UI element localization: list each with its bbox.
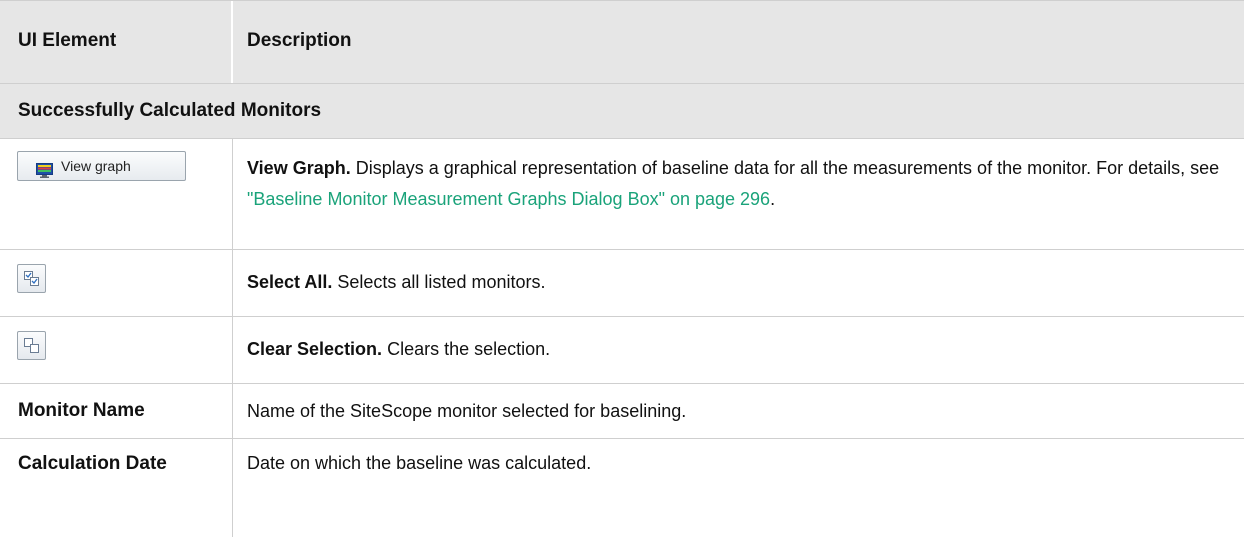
table-row: Select All. Selects all listed monitors. <box>0 250 1244 317</box>
term: View Graph. <box>247 158 351 178</box>
description-text: Clears the selection. <box>387 339 551 359</box>
view-graph-button[interactable]: View graph <box>17 151 186 181</box>
table-row: Clear Selection. Clears the selection. <box>0 317 1244 384</box>
select-all-icon[interactable] <box>17 264 46 293</box>
table-row: View graph View Graph. Displays a graphi… <box>0 139 1244 250</box>
row-description: Date on which the baseline was calculate… <box>247 453 592 473</box>
section-title: Successfully Calculated Monitors <box>18 100 322 121</box>
header-description: Description <box>247 30 352 51</box>
view-graph-label: View graph <box>61 158 131 174</box>
row-description: Select All. Selects all listed monitors. <box>233 250 1244 316</box>
table-header: UI Element Description <box>0 0 1244 84</box>
ui-element-name: Monitor Name <box>0 384 233 438</box>
row-description: Name of the SiteScope monitor selected f… <box>247 401 687 421</box>
ui-element-name: Calculation Date <box>0 439 233 537</box>
row-description: View Graph. Displays a graphical represe… <box>233 139 1244 249</box>
baseline-graphs-link[interactable]: "Baseline Monitor Measurement Graphs Dia… <box>247 189 770 209</box>
description-text: Selects all listed monitors. <box>337 272 546 292</box>
description-text: Displays a graphical representation of b… <box>355 158 1220 178</box>
term: Clear Selection. <box>247 339 383 359</box>
table-row: Calculation Date Date on which the basel… <box>0 439 1244 537</box>
row-description: Clear Selection. Clears the selection. <box>233 317 1244 383</box>
clear-selection-icon[interactable] <box>17 331 46 360</box>
section-header: Successfully Calculated Monitors <box>0 84 1244 139</box>
table-row: Monitor Name Name of the SiteScope monit… <box>0 384 1244 439</box>
monitor-graph-icon <box>36 159 53 178</box>
term: Select All. <box>247 272 333 292</box>
header-ui-element: UI Element <box>0 1 233 83</box>
description-end: . <box>770 189 776 209</box>
